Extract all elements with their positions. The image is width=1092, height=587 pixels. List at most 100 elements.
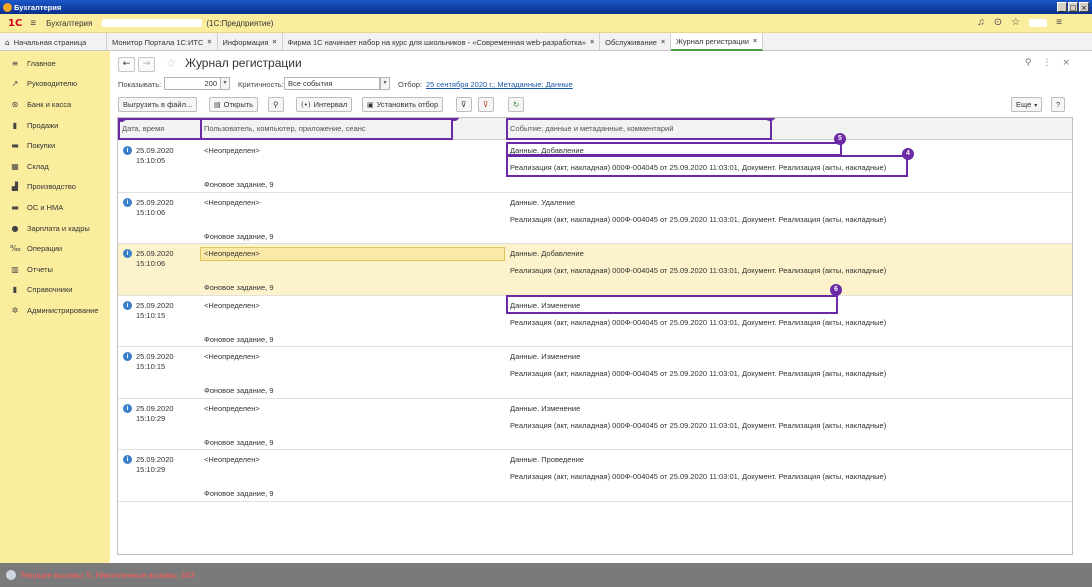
person-icon: ●: [11, 223, 19, 233]
trend-icon: ↗: [11, 79, 19, 89]
row-user: <Неопределен>: [204, 249, 260, 258]
tab-event-log[interactable]: Журнал регистрации ×: [671, 33, 764, 51]
export-button[interactable]: Выгрузить в файл...: [118, 97, 198, 112]
settings-icon[interactable]: ≡: [1056, 17, 1062, 28]
forward-button[interactable]: →: [138, 57, 155, 72]
tab-maintenance[interactable]: Обслуживание ×: [600, 33, 672, 51]
sidebar-item-bank[interactable]: ⊛ Банк и касса: [0, 94, 110, 115]
filter-by-value-button[interactable]: ⊽: [456, 97, 472, 112]
sidebar-item-catalogs[interactable]: ▮ Справочники: [0, 280, 110, 301]
search-button[interactable]: ⚲: [268, 97, 284, 112]
open-button[interactable]: ▤ Открыть: [209, 97, 259, 112]
row-data: Реализация (акт, накладная) 000Ф-004045 …: [510, 472, 887, 481]
tab-portal-monitor[interactable]: Монитор Портала 1С:ИТС ×: [107, 33, 218, 51]
sidebar-item-admin[interactable]: ✲ Администрирование: [0, 300, 110, 321]
sidebar-item-label: Банк и касса: [27, 99, 72, 109]
sidebar-item-label: Главное: [27, 58, 56, 68]
table-row[interactable]: i 25.09.2020 15:10:15 <Неопределен> Фоновое …: [118, 347, 1072, 399]
help-button[interactable]: ?: [1051, 97, 1066, 112]
window-controls: _ □ ×: [1057, 2, 1089, 12]
window-title-bar: Бухгалтерия _ □ ×: [0, 0, 1092, 14]
row-data: Реализация (акт, накладная) 000Ф-004045 …: [510, 214, 887, 224]
main-menu-icon[interactable]: ≡: [30, 18, 36, 29]
close-tab-icon[interactable]: ×: [272, 39, 276, 46]
row-user: <Неопределен>: [204, 403, 260, 413]
sidebar-item-label: Отчеты: [27, 264, 53, 274]
redacted-user-name: [1029, 18, 1048, 27]
filter-link[interactable]: 25 сентября 2020 г.; Метаданные: Данные: [426, 80, 573, 89]
show-label: Показывать:: [118, 80, 162, 89]
favorite-star-icon[interactable]: ☆: [166, 56, 177, 70]
maximize-button[interactable]: □: [1068, 2, 1078, 12]
table-row[interactable]: i 25.09.2020 15:10:29 <Неопределен> Фоновое …: [118, 399, 1072, 450]
tab-news[interactable]: Фирма 1С начинает набор на курс для школ…: [283, 33, 601, 51]
highlight-event-change: [506, 295, 838, 314]
refresh-icon: ↻: [513, 100, 520, 109]
row-event: Данные. Изменение: [510, 352, 581, 361]
percent-icon: ‰: [10, 244, 21, 254]
star-icon[interactable]: ☆: [1011, 17, 1020, 28]
sidebar-item-reports[interactable]: ▥ Отчеты: [0, 259, 110, 280]
window-title: Бухгалтерия: [14, 2, 62, 12]
funnel-icon: ⊽: [461, 100, 467, 109]
close-tab-icon[interactable]: ×: [590, 39, 594, 46]
tab-home[interactable]: ⌂ Начальная страница: [0, 33, 107, 51]
tab-information[interactable]: Информация ×: [218, 33, 283, 51]
server-calls-text[interactable]: Текущие вызовы: 5. Накопленные вызовы: 4…: [20, 571, 194, 580]
sidebar-item-label: Покупки: [27, 141, 56, 151]
close-icon[interactable]: ×: [1062, 58, 1070, 68]
clear-filter-button[interactable]: ⊽: [478, 97, 494, 112]
main-icon: ≡: [11, 58, 19, 68]
link-icon[interactable]: ⚲: [1025, 58, 1032, 68]
sidebar-item-label: Руководителю: [27, 79, 78, 89]
interval-label: Интервал: [313, 100, 348, 109]
event-log-table[interactable]: Дата, время Пользователь, компьютер, при…: [117, 117, 1073, 555]
back-button[interactable]: ←: [118, 57, 135, 72]
show-count-field[interactable]: 200: [164, 77, 221, 90]
tab-label: Фирма 1С начинает набор на курс для школ…: [287, 37, 587, 47]
row-session: Фоновое задание, 9: [204, 489, 274, 498]
interval-button[interactable]: (•) Интервал: [296, 97, 353, 112]
history-icon[interactable]: ⊙: [994, 17, 1002, 28]
more-button[interactable]: Еще ▾: [1011, 97, 1043, 112]
sidebar-item-purchases[interactable]: ▬ Покупки: [0, 135, 110, 156]
criticality-select[interactable]: Все события: [284, 77, 380, 90]
table-row[interactable]: i 25.09.2020 15:10:29 <Неопределен> Фоновое …: [118, 450, 1072, 502]
sidebar-item-warehouse[interactable]: ▦ Склад: [0, 156, 110, 177]
close-tab-icon[interactable]: ×: [753, 38, 757, 45]
sidebar-item-payroll[interactable]: ● Зарплата и кадры: [0, 218, 110, 239]
row-data: Реализация (акт, накладная) 000Ф-004045 …: [510, 369, 887, 378]
close-tab-icon[interactable]: ×: [207, 39, 211, 46]
sidebar-item-assets[interactable]: ▬ ОС и НМА: [0, 197, 110, 218]
minimize-button[interactable]: _: [1057, 2, 1067, 12]
show-count-dropdown[interactable]: ▾: [220, 77, 230, 90]
sidebar-item-label: Производство: [27, 182, 76, 192]
sidebar-item-main[interactable]: ≡ Главное: [0, 53, 110, 74]
sidebar-item-sales[interactable]: ▮ Продажи: [0, 115, 110, 136]
row-event: Данные. Изменение: [510, 403, 581, 413]
row-session: Фоновое задание, 9: [204, 386, 274, 395]
sidebar-item-production[interactable]: ▟ Производство: [0, 177, 110, 198]
table-row[interactable]: i 25.09.2020 15:10:06 <Неопределен> Фоновое …: [118, 193, 1072, 244]
table-row[interactable]: i 25.09.2020 15:10:06 <Неопределен> Фоновое …: [118, 244, 1072, 296]
chevron-down-icon: ▾: [1034, 103, 1038, 109]
truck-icon: ▬: [11, 202, 19, 212]
set-filter-button[interactable]: ▣ Установить отбор: [362, 97, 444, 112]
sidebar-item-label: Продажи: [27, 120, 59, 130]
close-tab-icon[interactable]: ×: [661, 39, 665, 46]
bar-chart-icon: ▥: [11, 264, 19, 274]
more-menu-icon[interactable]: ⋮: [1042, 58, 1051, 68]
highlight-user-column: [200, 118, 453, 140]
criticality-dropdown[interactable]: ▾: [380, 77, 390, 90]
close-window-button[interactable]: ×: [1079, 2, 1089, 12]
sidebar-item-manager[interactable]: ↗ Руководителю: [0, 74, 110, 95]
bag-icon: ▮: [12, 120, 18, 130]
row-time: 15:10:06: [136, 207, 166, 217]
row-event: Данные. Проведение: [510, 455, 584, 464]
book-icon: ▮: [12, 285, 18, 295]
sidebar-item-operations[interactable]: ‰ Операции: [0, 238, 110, 259]
refresh-button[interactable]: ↻: [508, 97, 525, 112]
bell-icon[interactable]: ♫: [977, 17, 985, 28]
set-filter-label: Установить отбор: [376, 100, 439, 109]
tab-label: Обслуживание: [605, 37, 657, 47]
